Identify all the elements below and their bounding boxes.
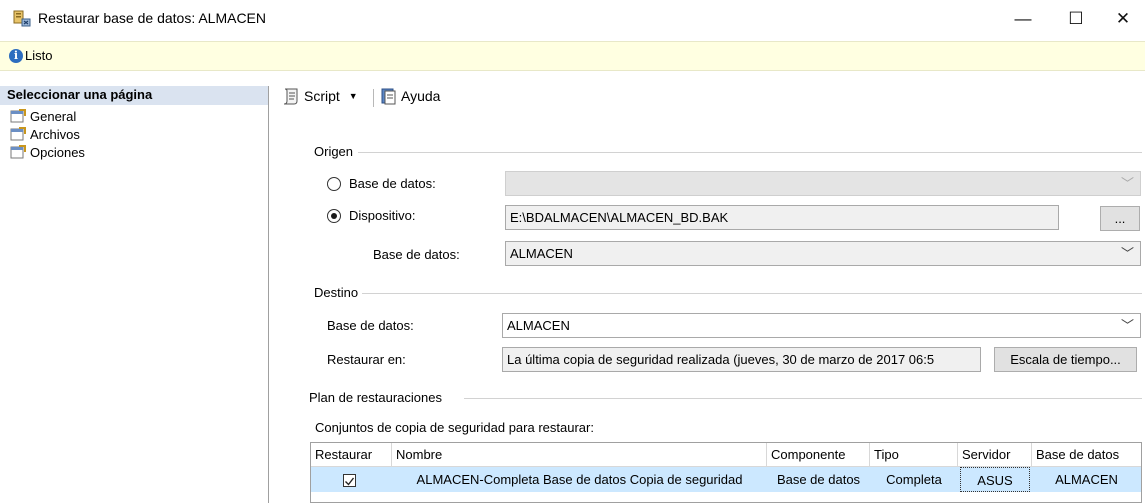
script-icon <box>283 88 298 105</box>
page-item-general[interactable]: General <box>10 108 76 124</box>
chevron-down-icon: ﹀ <box>1120 176 1134 191</box>
chevron-down-icon[interactable]: ▼ <box>349 91 358 101</box>
database-radio[interactable] <box>327 177 341 191</box>
chevron-down-icon: ﹀ <box>1120 246 1134 261</box>
cell-componente: Base de datos <box>776 472 861 487</box>
page-item-label: General <box>30 108 77 124</box>
minimize-button[interactable]: — <box>1000 0 1046 38</box>
database-radio-label: Base de datos: <box>349 176 436 191</box>
info-icon: i <box>9 49 23 63</box>
close-button[interactable]: ✕ <box>1100 0 1145 38</box>
help-book-icon <box>381 88 396 105</box>
page-item-label: Archivos <box>30 126 80 142</box>
browse-button[interactable]: ... <box>1100 206 1140 231</box>
status-text: Listo <box>25 48 53 63</box>
column-header-restaurar[interactable]: Restaurar <box>311 443 392 467</box>
help-label: Ayuda <box>401 88 441 104</box>
maximize-icon: ☐ <box>1068 9 1084 28</box>
cell-nombre: ALMACEN-Completa Base de datos Copia de … <box>416 472 743 487</box>
minimize-icon: — <box>1014 9 1032 28</box>
script-label: Script <box>304 88 340 104</box>
script-button[interactable]: Script ▼ <box>281 87 358 105</box>
cell-base-de-datos: ALMACEN <box>1055 472 1118 487</box>
cell-servidor: ASUS <box>960 467 1030 492</box>
page-selector-title: Seleccionar una página <box>7 87 153 102</box>
restore-checkbox[interactable] <box>343 474 356 487</box>
column-header-tipo[interactable]: Tipo <box>870 443 958 467</box>
destination-database-select[interactable]: ALMACEN ﹀ <box>502 313 1141 338</box>
page-icon <box>10 109 26 123</box>
plan-group-title: Plan de restauraciones <box>309 390 442 405</box>
help-button[interactable]: Ayuda <box>380 87 440 105</box>
device-database-label: Base de datos: <box>373 247 460 262</box>
timeline-button[interactable]: Escala de tiempo... <box>994 347 1137 372</box>
origen-group-title: Origen <box>314 144 354 159</box>
column-header-nombre[interactable]: Nombre <box>392 443 767 467</box>
destination-database-label: Base de datos: <box>327 318 414 333</box>
destino-group-title: Destino <box>314 285 359 300</box>
device-path-field[interactable]: E:\BDALMACEN\ALMACEN_BD.BAK <box>505 205 1059 230</box>
checkmark-icon <box>345 477 355 486</box>
close-icon: ✕ <box>1115 9 1131 28</box>
maximize-button[interactable]: ☐ <box>1053 0 1099 38</box>
window-title: Restaurar base de datos: ALMACEN <box>38 10 267 26</box>
restore-database-icon <box>13 10 31 27</box>
column-header-servidor[interactable]: Servidor <box>958 443 1032 467</box>
backup-sets-label: Conjuntos de copia de seguridad para res… <box>315 420 594 435</box>
page-icon <box>10 127 26 141</box>
plan-group-line <box>464 398 1142 399</box>
toolbar-separator <box>373 89 374 107</box>
device-radio-label: Dispositivo: <box>349 208 416 223</box>
page-item-label: Opciones <box>30 144 85 160</box>
destino-group-line <box>362 293 1142 294</box>
column-header-base-de-datos[interactable]: Base de datos <box>1032 443 1141 467</box>
page-item-archivos[interactable]: Archivos <box>10 126 80 142</box>
status-bar <box>0 41 1145 71</box>
cell-tipo: Completa <box>886 472 942 487</box>
database-source-select[interactable]: ﹀ <box>505 171 1141 196</box>
chevron-down-icon: ﹀ <box>1120 318 1134 333</box>
page-item-opciones[interactable]: Opciones <box>10 144 85 160</box>
origen-group-line <box>358 152 1142 153</box>
column-header-componente[interactable]: Componente <box>767 443 870 467</box>
page-icon <box>10 145 26 159</box>
restore-to-label: Restaurar en: <box>327 352 406 367</box>
device-radio[interactable] <box>327 209 341 223</box>
device-database-select[interactable]: ALMACEN ﹀ <box>505 241 1141 266</box>
restore-to-field[interactable]: La última copia de seguridad realizada (… <box>502 347 981 372</box>
